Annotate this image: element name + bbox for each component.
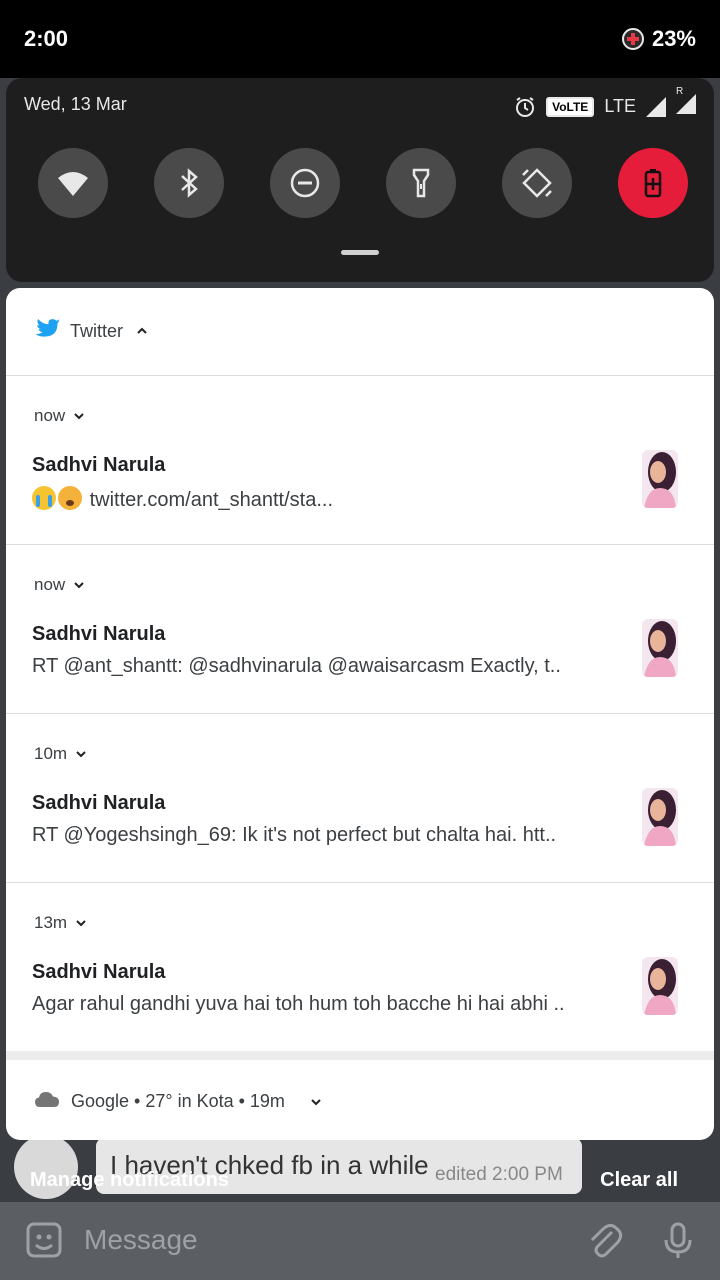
google-weather-notification[interactable]: Google • 27° in Kota • 19m [6,1060,714,1140]
auto-rotate-tile[interactable] [502,148,572,218]
twitter-icon [35,319,61,337]
message-placeholder: Message [84,1224,198,1255]
sender-avatar [642,619,678,677]
chevron-down-icon[interactable] [75,918,87,928]
chevron-down-icon[interactable] [75,749,87,759]
qs-status-icons: VoLTE LTE R [514,86,696,119]
crying-face-emoji-icon [32,486,56,510]
notification-body: RT @Yogeshsingh_69: Ik it's not perfect … [32,824,557,846]
clear-all-button[interactable]: Clear all [600,1169,678,1192]
sender-avatar [642,450,678,508]
notification-title: Sadhvi Narula [32,454,166,476]
battery-saver-icon [644,169,662,198]
sender-avatar [642,957,678,1015]
message-composer: Message [0,1202,720,1280]
quick-settings-panel: Wed, 13 Mar VoLTE LTE R [6,78,714,282]
battery-percentage: 23% [651,26,696,51]
signal-roaming-icon: R [676,86,696,119]
dnd-tile[interactable] [270,148,340,218]
manage-notifications-button[interactable]: Manage notifications [30,1169,229,1192]
clock: 2:00 [24,26,69,51]
network-type: LTE [604,96,636,116]
volte-icon: VoLTE [546,96,595,117]
qs-drag-handle[interactable] [341,250,379,255]
wifi-tile[interactable] [38,148,108,218]
notification-time: 10m [34,744,87,764]
notification-title: Sadhvi Narula [32,623,166,645]
battery-saver-icon [621,28,644,50]
auto-rotate-icon [522,168,552,198]
notification-body-row: twitter.com/ant_shantt/sta... [32,486,333,512]
notification-body: RT @ant_shantt: @sadhvinarula @awaisarca… [32,655,561,677]
sender-avatar [642,788,678,846]
qs-tiles [38,148,688,218]
app-name: Twitter [70,321,124,341]
battery-status: 23% [621,26,696,52]
google-weather-text: Google • 27° in Kota • 19m [71,1091,285,1111]
notification-body: twitter.com/ant_shantt/sta... [89,489,334,511]
wifi-icon [58,172,88,196]
notification-divider [6,1051,714,1060]
weary-cat-emoji-icon [58,486,82,510]
chevron-down-icon[interactable] [73,411,85,421]
chevron-down-icon[interactable] [73,580,85,590]
notification-item[interactable]: 10m Sadhvi Narula RT @Yogeshsingh_69: Ik… [6,714,714,883]
chevron-down-icon[interactable] [310,1097,322,1107]
notification-time: 13m [34,913,87,933]
do-not-disturb-icon [290,168,320,198]
notification-item[interactable]: 13m Sadhvi Narula Agar rahul gandhi yuva… [6,883,714,1052]
notification-time: now [34,575,85,595]
notification-time: now [34,406,85,426]
flashlight-tile[interactable] [386,148,456,218]
alarm-icon [516,96,535,117]
notification-app-header[interactable]: Twitter [6,288,714,376]
bluetooth-tile[interactable] [154,148,224,218]
flashlight-icon [412,168,430,198]
roaming-label: R [676,86,684,97]
notification-title: Sadhvi Narula [32,792,166,814]
status-bar: 2:00 23% [0,0,720,78]
message-edited-time: edited 2:00 PM [435,1164,563,1185]
cloud-icon [35,1092,59,1107]
time-label: 13m [34,913,68,932]
battery-saver-tile[interactable] [618,148,688,218]
microphone-icon [664,1222,692,1258]
notification-item[interactable]: now Sadhvi Narula RT @ant_shantt: @sadhv… [6,545,714,714]
chevron-up-icon[interactable] [136,325,148,337]
time-label: 10m [34,744,68,763]
notification-body: Agar rahul gandhi yuva hai toh hum toh b… [32,993,565,1015]
sticker-icon [26,1222,62,1258]
notification-card: Twitter now Sadhvi Narula twitter.com/an… [6,288,714,1140]
qs-date: Wed, 13 Mar [24,94,127,114]
attach-icon [590,1223,623,1258]
time-label: now [34,575,66,594]
time-label: now [34,406,66,425]
signal-icon [646,96,666,117]
notification-item[interactable]: now Sadhvi Narula twitter.com/ant_shantt… [6,376,714,545]
bluetooth-icon [181,168,198,198]
notification-title: Sadhvi Narula [32,961,166,983]
